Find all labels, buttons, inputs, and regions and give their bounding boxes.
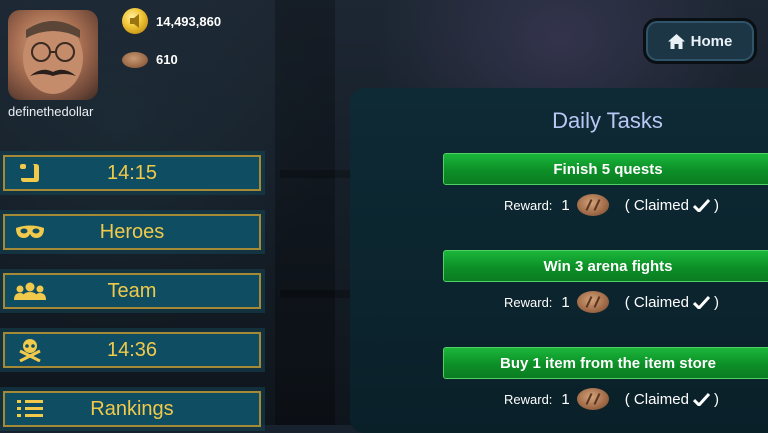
menu-button-rankings[interactable]: Rankings <box>3 391 261 427</box>
skull-crossbones-icon <box>5 338 55 362</box>
menu-label: Rankings <box>90 397 174 420</box>
menu-button-arena-timer[interactable]: 14:36 <box>3 332 261 368</box>
coin-balance: 14,493,860 <box>122 8 221 34</box>
background-shelf <box>280 170 350 178</box>
checkmark-icon <box>692 198 710 212</box>
home-icon <box>667 33 685 49</box>
bread-amount: 610 <box>156 51 178 67</box>
background-pillar <box>275 0 335 425</box>
bread-icon <box>576 291 609 313</box>
avatar[interactable] <box>8 10 98 100</box>
task-name: Win 3 arena fights <box>543 257 673 275</box>
menu-button-team[interactable]: Team <box>3 273 261 309</box>
claimed-status: ( Claimed ) <box>625 294 719 311</box>
task-reward-row: Reward: 1 ( Claimed ) <box>504 194 719 216</box>
username: definethedollar <box>8 104 94 119</box>
task-reward-row: Reward: 1 ( Claimed ) <box>504 388 719 410</box>
task-name: Buy 1 item from the item store <box>500 354 716 372</box>
claimed-close: ) <box>713 390 719 408</box>
task-bar[interactable]: Buy 1 item from the item store <box>443 347 768 379</box>
claimed-text: ( Claimed <box>624 293 689 311</box>
reward-count: 1 <box>561 390 570 408</box>
reward-count: 1 <box>561 196 570 214</box>
claimed-close: ) <box>713 196 719 214</box>
reward-label: Reward: <box>504 294 553 310</box>
task-reward-row: Reward: 1 ( Claimed ) <box>504 291 719 313</box>
menu-label: Team <box>107 279 157 302</box>
menu-label: Heroes <box>99 220 165 243</box>
bread-balance: 610 <box>122 50 178 68</box>
menu-label: 14:15 <box>106 161 158 184</box>
ranked-list-icon <box>5 399 55 419</box>
mask-icon <box>5 224 55 240</box>
coin-amount: 14,493,860 <box>156 13 222 29</box>
scroll-icon <box>5 162 55 184</box>
task-bar[interactable]: Finish 5 quests <box>443 153 768 185</box>
bread-icon <box>576 194 609 216</box>
claimed-text: ( Claimed <box>624 196 689 214</box>
reward-label: Reward: <box>504 391 553 407</box>
avatar-portrait-icon <box>23 21 83 94</box>
reward-label: Reward: <box>504 197 553 213</box>
bread-icon <box>122 52 148 68</box>
home-button[interactable]: Home <box>643 18 757 64</box>
menu-button-quests-timer[interactable]: 14:15 <box>3 155 261 191</box>
claimed-status: ( Claimed ) <box>625 197 719 214</box>
panel-title: Daily Tasks <box>552 108 663 133</box>
gold-coin-icon <box>122 8 148 34</box>
claimed-text: ( Claimed <box>624 390 689 408</box>
bread-icon <box>576 388 609 410</box>
task-bar[interactable]: Win 3 arena fights <box>443 250 768 282</box>
checkmark-icon <box>692 392 710 406</box>
home-label: Home <box>690 32 733 50</box>
checkmark-icon <box>692 295 710 309</box>
team-icon <box>5 281 55 301</box>
reward-count: 1 <box>561 293 570 311</box>
background-shelf <box>280 290 350 298</box>
claimed-close: ) <box>713 293 719 311</box>
claimed-status: ( Claimed ) <box>625 391 719 408</box>
menu-button-heroes[interactable]: Heroes <box>3 214 261 250</box>
task-name: Finish 5 quests <box>553 160 663 178</box>
menu-label: 14:36 <box>106 338 158 361</box>
